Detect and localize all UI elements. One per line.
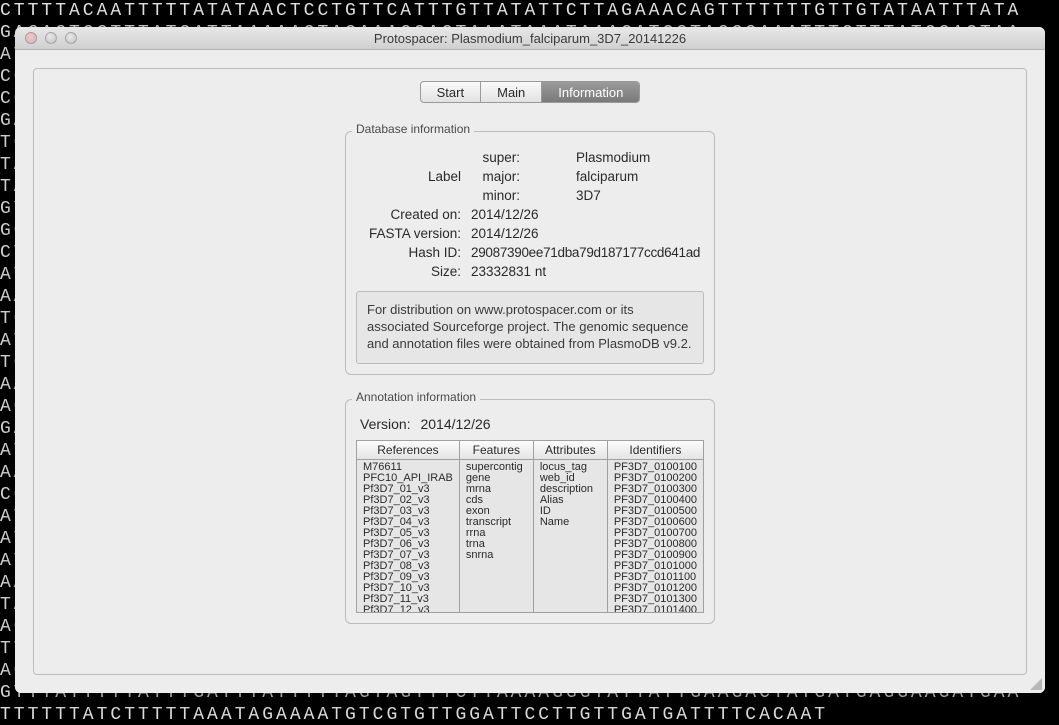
attributes-header[interactable]: Attributes	[534, 441, 607, 460]
app-window: Protospacer: Plasmodium_falciparum_3D7_2…	[15, 27, 1045, 693]
content-area: Start Main Information Database informat…	[15, 50, 1045, 693]
fasta-value: 2014/12/26	[471, 226, 704, 241]
identifiers-body[interactable]: PF3D7_0100100PF3D7_0100200PF3D7_0100300P…	[608, 460, 703, 612]
main-panel: Start Main Information Database informat…	[33, 68, 1027, 675]
features-header[interactable]: Features	[460, 441, 533, 460]
features-column: Features supercontiggenemrnacdsexontrans…	[460, 441, 534, 612]
created-label: Created on:	[356, 207, 461, 222]
minimize-icon[interactable]	[45, 32, 57, 44]
list-item[interactable]: PF3D7_0101400	[614, 605, 697, 612]
tab-information[interactable]: Information	[542, 82, 639, 102]
features-body[interactable]: supercontiggenemrnacdsexontranscriptrrna…	[460, 460, 533, 612]
database-description: For distribution on www.protospacer.com …	[356, 291, 704, 364]
minor-label: minor:	[471, 188, 526, 203]
tab-segmented-control: Start Main Information	[420, 81, 641, 103]
tab-row: Start Main Information	[54, 81, 1006, 103]
database-info-group: Database information Label super: Plasmo…	[345, 131, 715, 375]
attributes-column: Attributes locus_tagweb_iddescriptionAli…	[534, 441, 608, 612]
minor-value: 3D7	[576, 188, 704, 203]
created-value: 2014/12/26	[471, 207, 704, 222]
annotation-info-group: Annotation information Version: 2014/12/…	[345, 399, 715, 624]
annotation-version-value: 2014/12/26	[420, 416, 490, 432]
list-item[interactable]: Pf3D7_12_v3	[363, 605, 453, 612]
references-column: References M76611PFC10_API_IRABPf3D7_01_…	[357, 441, 460, 612]
resize-grip-icon[interactable]	[1028, 676, 1042, 690]
identifiers-column: Identifiers PF3D7_0100100PF3D7_0100200PF…	[608, 441, 703, 612]
label-group-label: Label	[356, 169, 461, 184]
identifiers-header[interactable]: Identifiers	[608, 441, 703, 460]
annotation-info-legend: Annotation information	[352, 390, 480, 404]
close-icon[interactable]	[25, 32, 37, 44]
window-title: Protospacer: Plasmodium_falciparum_3D7_2…	[15, 31, 1045, 46]
hash-value: 29087390ee71dba79d187177ccd641ad	[471, 245, 704, 260]
traffic-lights	[15, 32, 77, 44]
database-info-legend: Database information	[352, 122, 474, 136]
database-info-rows: Label super: Plasmodium major: falciparu…	[356, 150, 704, 279]
size-label: Size:	[356, 264, 461, 279]
references-header[interactable]: References	[357, 441, 459, 460]
tab-start[interactable]: Start	[421, 82, 481, 102]
tab-main[interactable]: Main	[481, 82, 542, 102]
list-item[interactable]: Name	[540, 517, 601, 528]
size-value: 23332831 nt	[471, 264, 704, 279]
annotation-version-row: Version: 2014/12/26	[356, 410, 704, 440]
major-label: major:	[471, 169, 526, 184]
annotation-version-label: Version:	[360, 416, 411, 432]
references-body[interactable]: M76611PFC10_API_IRABPf3D7_01_v3Pf3D7_02_…	[357, 460, 459, 612]
zoom-icon[interactable]	[65, 32, 77, 44]
titlebar: Protospacer: Plasmodium_falciparum_3D7_2…	[15, 27, 1045, 50]
attributes-body[interactable]: locus_tagweb_iddescriptionAliasIDName	[534, 460, 607, 612]
fasta-label: FASTA version:	[356, 226, 461, 241]
annotation-table: References M76611PFC10_API_IRABPf3D7_01_…	[356, 440, 704, 613]
super-value: Plasmodium	[576, 150, 704, 165]
hash-label: Hash ID:	[356, 245, 461, 260]
list-item[interactable]: snrna	[466, 550, 527, 561]
major-value: falciparum	[576, 169, 704, 184]
super-label: super:	[471, 150, 526, 165]
